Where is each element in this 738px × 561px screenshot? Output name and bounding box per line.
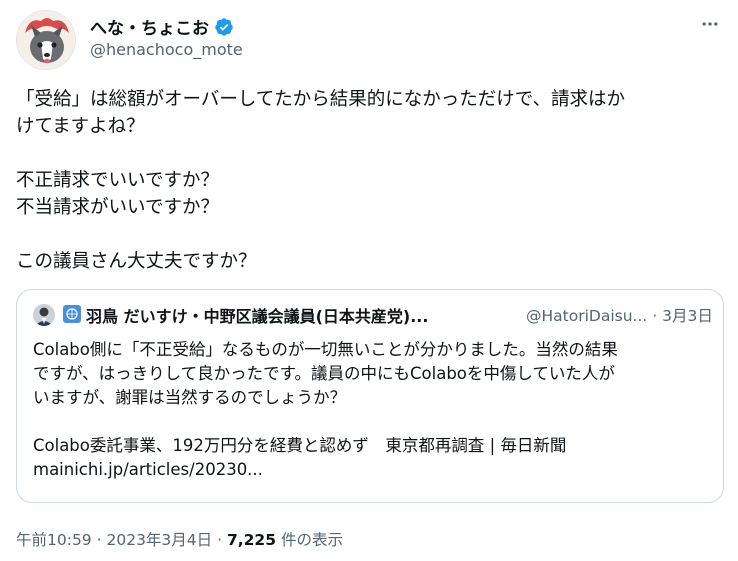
quoted-tweet-card[interactable]: 羽鳥 だいすけ・中野区議会議員(日本共産党)... @HatoriDaisu..… [16,289,724,503]
more-options-button[interactable] [698,12,722,36]
quoted-date: 3月3日 [662,307,713,325]
un-flag-icon [63,305,81,323]
separator-dot: · [217,531,223,549]
tweet-text: 「受給」は総額がオーバーしてたから結果的になかっただけで、請求はか けてますよね… [16,86,716,275]
tweet-time: 午前10:59 [16,531,92,549]
tweet-line: この議員さん大丈夫ですか？ [16,251,257,272]
verified-badge-icon [215,17,233,36]
tweet-date: 2023年3月4日 [106,531,213,549]
separator-dot: · [652,307,658,325]
views-count: 7,225 [226,531,276,549]
more-options-icon [702,22,718,26]
quoted-line: ですが、はっきりして良かったです。議員の中にもColaboを中傷していた人が [33,364,615,383]
un-emblem-icon [66,308,78,320]
quoted-link[interactable]: mainichi.jp/articles/20230... [33,458,713,482]
tweet-line: けてますよね？ [16,116,145,137]
tweet-line: 不正請求でいいですか？ [16,170,219,191]
quoted-line: いますが、謝罪は当然するのでしょうか？ [33,388,347,407]
avatar[interactable] [16,10,76,70]
quoted-line [33,410,713,434]
tweet-time-link[interactable]: 午前10:59 [16,531,92,549]
quoted-tweet-text: Colabo側に「不正受給」なるものが一切無いことが分かりました。当然の結果 で… [33,338,713,482]
tweet-meta: 午前10:59 · 2023年3月4日 · 7,225 件の表示 [16,528,343,550]
author-handle[interactable]: @henachoco_mote [90,40,243,59]
author-display-name[interactable]: へな・ちょこお [90,14,209,39]
tweet-date-link[interactable]: 2023年3月4日 [106,531,212,549]
avatar-image [17,11,75,69]
quoted-line: Colabo側に「不正受給」なるものが一切無いことが分かりました。当然の結果 [33,340,618,359]
tweet-line: 不当請求がいいですか？ [16,197,219,218]
tweet-line [16,140,716,167]
author-name-row[interactable]: へな・ちょこお [90,14,234,39]
separator-dot: · [96,531,102,549]
quoted-author-name: 羽鳥 だいすけ・中野区議会議員(日本共産党)... [86,307,429,326]
tweet-line: 「受給」は総額がオーバーしてたから結果的になかっただけで、請求はか [16,89,626,110]
quoted-author-handle: @HatoriDaisu... [526,307,648,325]
views-label: 件の表示 [280,531,343,549]
tweet-line [16,221,716,248]
quoted-avatar-image [33,304,55,326]
quoted-author-avatar [33,304,55,326]
quoted-line: Colabo委託事業、192万円分を経費と認めず 東京都再調査 | 毎日新聞 [33,436,567,455]
quoted-author-meta: @HatoriDaisu... · 3月3日 [526,304,713,326]
